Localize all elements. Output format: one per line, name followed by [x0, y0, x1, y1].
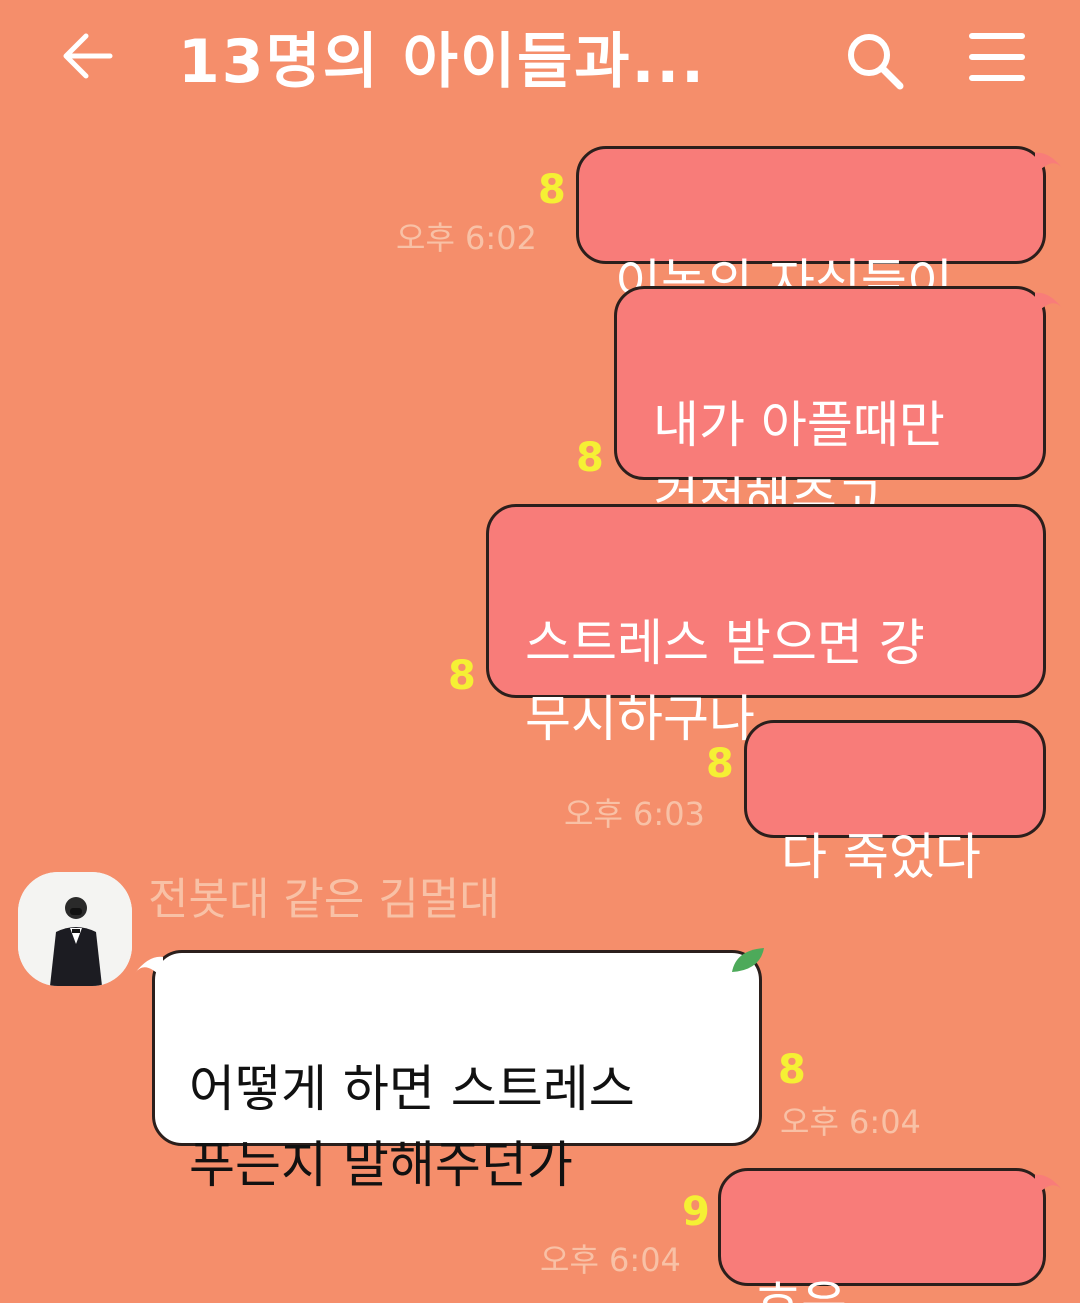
unread-count: 8	[706, 741, 734, 787]
bubble-tail	[1035, 292, 1063, 315]
friend-message-bubble[interactable]: 어떻게 하면 스트레스 푸는지 말해주던가	[135, 950, 762, 1194]
bubble-tail	[135, 956, 163, 979]
friend-avatar[interactable]	[18, 872, 132, 986]
message-text: 어떻게 하면 스트레스 푸는지 말해주던가	[189, 1060, 635, 1194]
unread-count: 8	[448, 653, 476, 699]
chat-room-title: 13명의 아이들과...	[178, 27, 706, 97]
hamburger-menu-icon	[969, 33, 1025, 81]
my-message-bubble[interactable]: 다 죽었다	[744, 720, 1046, 886]
menu-button[interactable]	[966, 28, 1028, 86]
unread-count: 8	[576, 435, 604, 481]
unread-count: 8	[778, 1047, 806, 1093]
unread-count: 9	[682, 1189, 710, 1235]
profile-photo-icon	[18, 872, 132, 986]
message-time: 오후 6:04	[780, 1103, 921, 1141]
leaf-icon	[732, 948, 764, 972]
my-message-bubble[interactable]: 내가 아플때만 걱정해주고	[614, 286, 1063, 530]
my-message-bubble[interactable]: 스트레스 받으면 걍 무시하구나	[486, 504, 1046, 748]
message-time: 오후 6:02	[396, 219, 537, 257]
bubble-tail	[1035, 152, 1063, 175]
chat-screen: 13명의 아이들과... 8 오후 6:02 이놈의 자식들이 8 내가 아플때…	[0, 0, 1080, 1303]
search-button[interactable]	[842, 28, 908, 94]
back-button[interactable]	[58, 26, 118, 86]
my-message-bubble[interactable]: 흐음.......	[718, 1168, 1063, 1303]
sender-name: 전봇대 같은 김멀대	[148, 874, 500, 925]
my-message-bubble[interactable]: 이놈의 자식들이	[576, 146, 1063, 312]
message-time: 오후 6:03	[564, 795, 705, 833]
back-arrow-icon	[63, 33, 113, 79]
chat-header: 13명의 아이들과...	[0, 0, 1080, 120]
message-time: 오후 6:04	[540, 1241, 681, 1279]
search-icon	[848, 34, 904, 90]
unread-count: 8	[538, 167, 566, 213]
message-text: 다 죽었다	[781, 828, 981, 886]
message-text: 흐음.......	[755, 1276, 958, 1303]
bubble-tail	[1035, 1174, 1063, 1197]
